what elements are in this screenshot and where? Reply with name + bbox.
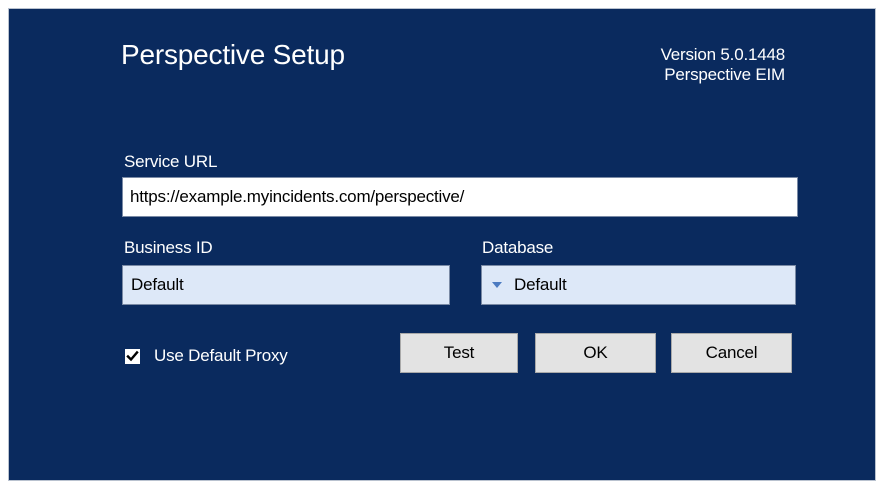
setup-window: Perspective Setup Version 5.0.1448 Persp… [8,8,876,481]
ok-button[interactable]: OK [535,333,656,373]
business-id-label: Business ID [124,238,213,257]
business-id-value: Default [131,275,184,294]
cancel-button[interactable]: Cancel [671,333,792,373]
product-name: Perspective EIM [664,65,785,84]
version-number: Version 5.0.1448 [660,45,786,64]
checkmark-icon [126,350,139,361]
business-id-input[interactable]: Default [122,265,450,305]
service-url-value: https://example.myincidents.com/perspect… [130,187,465,206]
use-default-proxy-label: Use Default Proxy [154,346,288,365]
service-url-label: Service URL [124,152,218,171]
version-info: Version 5.0.1448 Perspective EIM [660,45,786,85]
test-button[interactable]: Test [400,333,518,373]
database-value: Default [514,275,567,294]
use-default-proxy-option[interactable]: Use Default Proxy [125,346,288,366]
use-default-proxy-checkbox[interactable] [125,348,140,364]
database-dropdown[interactable]: Default [481,265,796,305]
service-url-input[interactable]: https://example.myincidents.com/perspect… [122,177,798,217]
database-label: Database [482,238,554,257]
window-title: Perspective Setup [121,39,345,70]
dropdown-arrow-icon[interactable] [492,282,502,288]
